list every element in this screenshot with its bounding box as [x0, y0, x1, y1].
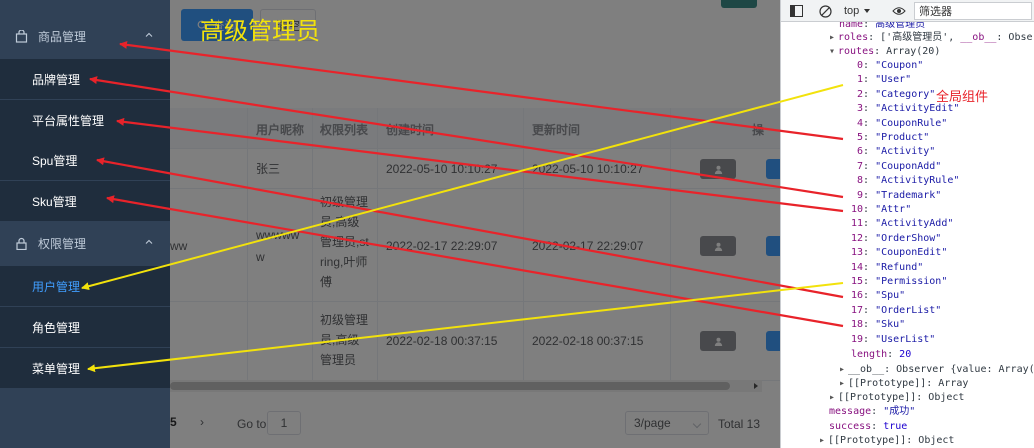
modal-overlay [170, 0, 780, 448]
sidebar-item-roles[interactable]: 角色管理 [0, 307, 170, 347]
sidebar: 商品管理 品牌管理 平台属性管理 Spu管理 Sku管理 权限管理 用户管理 角… [0, 0, 170, 448]
devtools-console: top 筛选器 name: 高级管理员 ▸ roles: ['高级管理员', __… [780, 0, 1034, 448]
chevron-up-icon [145, 32, 153, 37]
clear-console-icon[interactable] [818, 4, 832, 18]
sidebar-toggle-icon[interactable] [789, 4, 803, 18]
menu-group-permission[interactable]: 权限管理 [0, 223, 170, 263]
devtools-toolbar: top 筛选器 [781, 0, 1034, 22]
route-entry: 8: "ActivityRule" [857, 175, 960, 187]
filter-placeholder: 筛选器 [919, 6, 952, 18]
context-value: top [844, 5, 860, 17]
console-line-proto-object-root[interactable]: ▸ [[Prototype]]: Object [819, 434, 954, 448]
console-line-success: success: true [829, 421, 908, 432]
route-entry: 0: "Coupon" [857, 60, 924, 71]
eye-icon[interactable] [892, 4, 906, 18]
sidebar-item-spu[interactable]: Spu管理 [0, 140, 170, 180]
sidebar-item-label: 用户管理 [32, 279, 81, 294]
route-entry: 15: "Permission" [851, 276, 948, 287]
role-title-annotation: 高级管理员 [200, 18, 320, 45]
route-entry: 2: "Category" [857, 88, 936, 100]
sidebar-item-label: 品牌管理 [32, 72, 81, 87]
route-entry: 11: "ActivityAdd" [851, 218, 954, 230]
lock-icon [14, 236, 28, 250]
context-select[interactable]: top [844, 4, 890, 18]
global-component-label: 全局组件 [936, 89, 989, 104]
sidebar-item-users[interactable]: 用户管理 [0, 266, 170, 306]
console-line-proto-array[interactable]: ▸ [[Prototype]]: Array [839, 377, 968, 391]
route-entry: 19: "UserList" [851, 333, 936, 345]
route-entry: 1: "User" [857, 74, 912, 86]
route-entry: 14: "Refund" [851, 261, 924, 273]
sidebar-item-label: Sku管理 [32, 194, 77, 209]
sidebar-item-label: 菜单管理 [32, 361, 81, 376]
console-line-ob[interactable]: ▸ __ob__: Observer {value: Array(2 [839, 363, 1034, 377]
route-entry: 10: "Attr" [851, 204, 912, 215]
sidebar-item-sku[interactable]: Sku管理 [0, 181, 170, 221]
route-entry: 16: "Spu" [851, 290, 906, 302]
console-line-roles[interactable]: ▸ roles: ['高级管理员', __ob__: Obse [829, 31, 1033, 45]
route-entry: 18: "Sku" [851, 319, 906, 331]
bag-icon [14, 29, 28, 43]
console-line: name: 高级管理员 [839, 22, 926, 30]
caret-down-icon [864, 9, 871, 13]
route-entry: 5: "Product" [857, 132, 930, 143]
chevron-up-icon [145, 239, 153, 244]
route-entry: 6: "Activity" [857, 146, 936, 158]
menu-group-products[interactable]: 商品管理 [0, 16, 170, 56]
sidebar-item-attr[interactable]: 平台属性管理 [0, 100, 170, 140]
sidebar-item-label: 角色管理 [32, 320, 81, 335]
filter-input[interactable]: 筛选器 [914, 2, 1032, 20]
route-entry: 12: "OrderShow" [851, 232, 942, 244]
menu-group-label: 权限管理 [38, 236, 87, 251]
route-entry: 7: "CouponAdd" [857, 160, 942, 172]
route-entry: 4: "CouponRule" [857, 117, 948, 129]
console-line-routes[interactable]: ▾ routes: Array(20) [829, 45, 940, 59]
route-entry: 13: "CouponEdit" [851, 247, 948, 259]
sidebar-item-label: Spu管理 [32, 153, 78, 168]
console-line-proto-object[interactable]: ▸ [[Prototype]]: Object [829, 391, 964, 405]
menu-group-label: 商品管理 [38, 29, 87, 44]
console-line-message: message: "成功" [829, 406, 916, 417]
console-line-length: length: 20 [851, 349, 912, 360]
route-entry: 17: "OrderList" [851, 304, 942, 316]
sidebar-item-brand[interactable]: 品牌管理 [0, 59, 170, 99]
sidebar-item-menus[interactable]: 菜单管理 [0, 348, 170, 388]
route-entry: 9: "Trademark" [857, 189, 942, 201]
sidebar-item-label: 平台属性管理 [32, 113, 105, 128]
